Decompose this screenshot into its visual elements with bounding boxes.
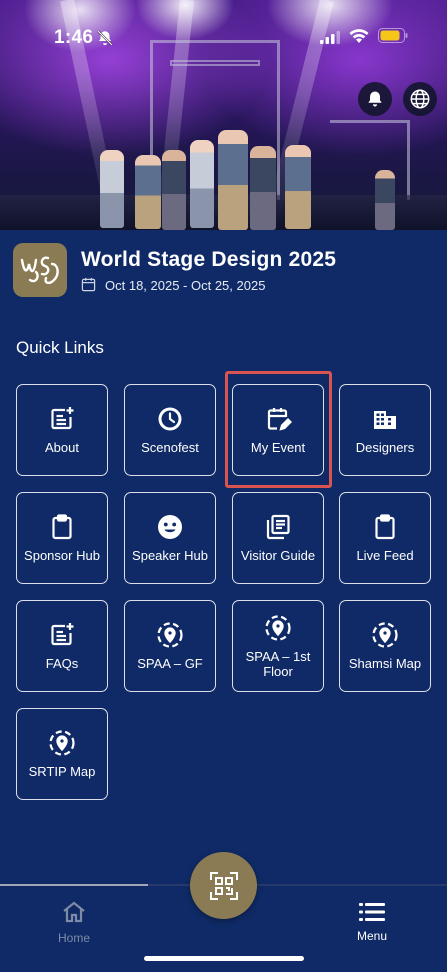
tile-label: Designers: [355, 440, 415, 455]
qr-scan-icon: [209, 871, 238, 900]
bell-off-icon: [97, 30, 113, 46]
nav-home[interactable]: Home: [49, 900, 99, 945]
event-title: World Stage Design 2025: [81, 248, 337, 271]
quick-link-spaa-1st-floor[interactable]: SPAA – 1st Floor: [232, 600, 324, 692]
tile-label: FAQs: [45, 656, 79, 671]
map-pin-icon: [157, 622, 183, 648]
tile-label: About: [45, 440, 79, 455]
quick-link-faqs[interactable]: FAQs: [16, 600, 108, 692]
quick-link-live-feed[interactable]: Live Feed: [339, 492, 431, 584]
tile-label: Visitor Guide: [240, 548, 316, 563]
tile-label: SPAA – 1st Floor: [245, 648, 311, 679]
signal-icon: [320, 31, 340, 44]
battery-icon: [378, 28, 408, 43]
face-icon: [158, 515, 182, 539]
bell-icon: [368, 91, 382, 107]
menu-icon: [359, 903, 385, 921]
qr-scan-button[interactable]: [190, 852, 257, 919]
status-time: 1:46: [54, 27, 94, 48]
event-dates: Oct 18, 2025 - Oct 25, 2025: [105, 278, 266, 293]
note-add-icon: [51, 407, 74, 430]
tile-label: Shamsi Map: [348, 656, 422, 671]
wifi-icon: [349, 29, 369, 43]
document-stack-icon: [266, 514, 290, 540]
home-indicator: [144, 956, 304, 961]
notifications-button[interactable]: [358, 82, 392, 116]
note-add-icon: [51, 623, 74, 646]
building-icon: [374, 411, 396, 429]
tile-label: SRTIP Map: [28, 764, 96, 779]
quick-links-title: Quick Links: [16, 338, 104, 357]
tile-label: Live Feed: [356, 548, 414, 563]
tile-label: Sponsor Hub: [24, 548, 100, 563]
tile-label: Speaker Hub: [132, 548, 208, 563]
clock-icon: [158, 407, 182, 431]
clipboard-icon: [52, 514, 72, 540]
quick-link-speaker-hub[interactable]: Speaker Hub: [124, 492, 216, 584]
tile-label: SPAA – GF: [137, 656, 203, 671]
quick-link-visitor-guide[interactable]: Visitor Guide: [232, 492, 324, 584]
nav-menu[interactable]: Menu: [347, 902, 397, 943]
quick-link-spaa-gf[interactable]: SPAA – GF: [124, 600, 216, 692]
language-button[interactable]: [403, 82, 437, 116]
highlight-box: [225, 371, 332, 488]
quick-link-sponsor-hub[interactable]: Sponsor Hub: [16, 492, 108, 584]
quick-link-scenofest[interactable]: Scenofest: [124, 384, 216, 476]
quick-link-shamsi-map[interactable]: Shamsi Map: [339, 600, 431, 692]
nav-menu-label: Menu: [356, 929, 388, 943]
map-pin-icon: [49, 730, 75, 756]
calendar-icon: [81, 277, 96, 292]
quick-link-srtip-map[interactable]: SRTIP Map: [16, 708, 108, 800]
event-logo: [13, 243, 67, 297]
quick-link-designers[interactable]: Designers: [339, 384, 431, 476]
nav-home-label: Home: [57, 931, 90, 945]
globe-icon: [410, 89, 430, 109]
map-pin-icon: [372, 622, 398, 648]
quick-link-about[interactable]: About: [16, 384, 108, 476]
map-pin-icon: [265, 614, 291, 641]
status-bar: 1:46: [0, 0, 447, 70]
home-icon: [63, 901, 85, 923]
tile-label: Scenofest: [141, 440, 199, 455]
clipboard-icon: [375, 514, 395, 540]
